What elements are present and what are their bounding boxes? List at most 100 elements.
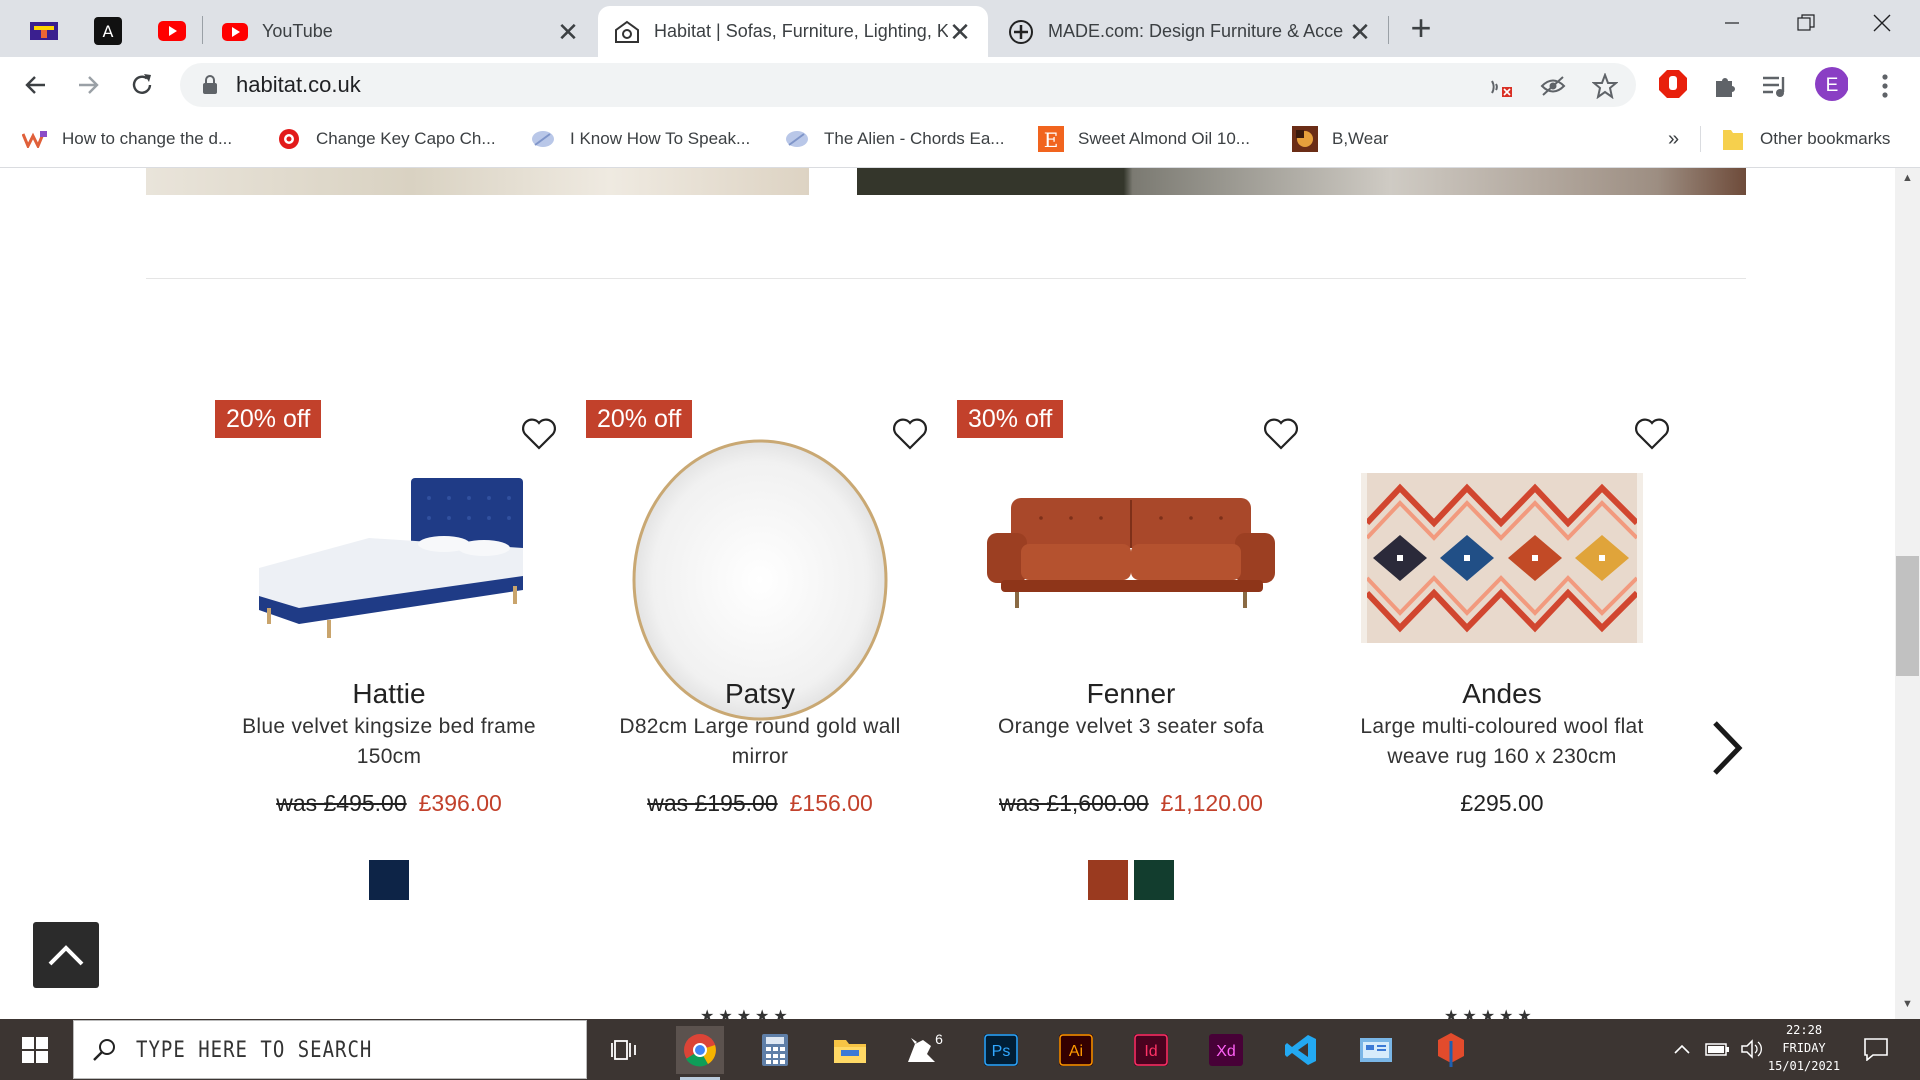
section-divider xyxy=(146,278,1746,279)
cast-blocked-icon[interactable] xyxy=(1486,71,1516,101)
other-bookmarks[interactable]: Other bookmarks xyxy=(1720,124,1890,154)
bookmark-favicon-icon xyxy=(22,126,48,152)
restore-button[interactable] xyxy=(1776,0,1836,46)
file-explorer-icon[interactable] xyxy=(826,1026,874,1074)
product-name[interactable]: Patsy xyxy=(574,678,946,710)
task-view-icon[interactable] xyxy=(600,1026,648,1074)
product-name[interactable]: Fenner xyxy=(945,678,1317,710)
product-description: Large multi-coloured wool flat weave rug… xyxy=(1360,715,1644,768)
scroll-up-arrow-icon[interactable]: ▲ xyxy=(1896,172,1919,190)
reload-icon xyxy=(132,74,152,94)
colour-swatch-orange[interactable] xyxy=(1088,860,1128,900)
notifications-icon[interactable] xyxy=(1856,1035,1896,1063)
tab-made[interactable]: MADE.com: Design Furniture & Acce ✕ xyxy=(992,6,1388,57)
habitat-favicon-icon xyxy=(615,20,639,43)
rhino-icon[interactable]: 6 xyxy=(901,1026,949,1074)
tab-close-button[interactable]: ✕ xyxy=(948,19,972,45)
indesign-icon[interactable]: Id xyxy=(1127,1026,1175,1074)
forward-button[interactable] xyxy=(68,65,108,105)
gear-favicon-icon xyxy=(276,126,302,152)
scroll-down-arrow-icon[interactable]: ▼ xyxy=(1896,998,1919,1016)
rug-image xyxy=(1361,473,1643,643)
back-button[interactable] xyxy=(16,65,56,105)
illustrator-icon[interactable]: Ai xyxy=(1052,1026,1100,1074)
product-price: was £495.00 £396.00 xyxy=(203,790,575,817)
profile-initial: E xyxy=(1826,75,1839,96)
photoshop-icon[interactable]: Ps xyxy=(977,1026,1025,1074)
vscode-icon[interactable] xyxy=(1277,1026,1325,1074)
start-button[interactable] xyxy=(0,1019,70,1080)
reload-button[interactable] xyxy=(122,65,162,105)
pinned-tab-2[interactable]: A xyxy=(80,8,136,54)
banner-image-left[interactable] xyxy=(146,168,809,195)
heart-icon[interactable] xyxy=(519,414,559,454)
tab-close-button[interactable]: ✕ xyxy=(556,19,580,45)
bwear-favicon-icon xyxy=(1292,126,1318,152)
sale-price: £1,120.00 xyxy=(1160,790,1263,816)
tab-close-button[interactable]: ✕ xyxy=(1348,19,1372,45)
carousel-next-button[interactable] xyxy=(1700,716,1752,780)
adobe-xd-icon[interactable]: Xd xyxy=(1202,1026,1250,1074)
folder-icon xyxy=(1720,126,1746,152)
extensions-puzzle-icon[interactable] xyxy=(1708,69,1742,103)
xd-label: Xd xyxy=(1216,1043,1236,1060)
chrome-icon[interactable] xyxy=(676,1026,724,1080)
bookmark-item[interactable]: How to change the d... xyxy=(22,124,232,154)
tab-habitat[interactable]: Habitat | Sofas, Furniture, Lighting, K … xyxy=(598,6,988,57)
bookmark-item[interactable]: I Know How To Speak... xyxy=(530,124,750,154)
close-window-button[interactable] xyxy=(1852,0,1912,46)
colour-swatches xyxy=(203,860,575,905)
tab-youtube[interactable]: YouTube ✕ xyxy=(206,6,596,57)
product-name[interactable]: Andes xyxy=(1316,678,1688,710)
clock-day: FRIDAY xyxy=(1782,1041,1826,1055)
taskbar-search-box[interactable]: TYPE HERE TO SEARCH xyxy=(73,1020,587,1079)
browser-toolbar: habitat.co.uk E xyxy=(0,57,1920,112)
address-bar[interactable]: habitat.co.uk xyxy=(180,63,1636,107)
heart-icon[interactable] xyxy=(1632,414,1672,454)
colour-swatches xyxy=(945,860,1317,905)
bookmark-item[interactable]: E Sweet Almond Oil 10... xyxy=(1038,124,1250,154)
product-card-patsy[interactable]: 20% off Patsy D82cm Large round gold wal… xyxy=(574,400,946,870)
product-description: Orange velvet 3 seater sofa xyxy=(997,715,1265,738)
control-panel-icon[interactable] xyxy=(1352,1026,1400,1074)
menu-kebab-icon[interactable] xyxy=(1868,69,1902,103)
system-clock[interactable]: 22:28 FRIDAY 15/01/2021 xyxy=(1760,1021,1848,1075)
product-card-hattie[interactable]: 20% off Hattie Blue velvet kingsize bed … xyxy=(203,400,575,900)
bookmarks-overflow-button[interactable]: » xyxy=(1668,124,1679,154)
product-image[interactable] xyxy=(233,452,545,664)
pinned-favicon-icon xyxy=(30,22,58,40)
adblock-extension-icon[interactable] xyxy=(1656,67,1690,101)
bookmark-item[interactable]: B,Wear xyxy=(1292,124,1388,154)
calculator-icon[interactable] xyxy=(751,1026,799,1074)
pinned-tab-1[interactable] xyxy=(16,8,72,54)
product-name[interactable]: Hattie xyxy=(203,678,575,710)
rating-stars-partial: ★★★★★ xyxy=(1444,1008,1536,1019)
media-queue-icon[interactable] xyxy=(1758,69,1792,103)
tray-chevron-up-icon[interactable] xyxy=(1668,1035,1696,1063)
banner-image-right[interactable] xyxy=(857,168,1746,195)
bookmark-item[interactable]: The Alien - Chords Ea... xyxy=(784,124,1004,154)
product-card-andes[interactable]: Andes Large multi-coloured wool flat wea… xyxy=(1316,400,1688,870)
battery-icon[interactable] xyxy=(1704,1035,1732,1063)
bookmark-star-icon[interactable] xyxy=(1590,71,1620,101)
colour-swatch-navy[interactable] xyxy=(369,860,409,900)
url-text[interactable]: habitat.co.uk xyxy=(236,72,361,98)
product-price: was £195.00 £156.00 xyxy=(574,790,946,817)
bookmarks-bar: How to change the d... Change Key Capo C… xyxy=(0,112,1920,168)
heart-icon[interactable] xyxy=(1261,414,1301,454)
back-to-top-button[interactable] xyxy=(33,922,99,988)
bookmark-item[interactable]: Change Key Capo Ch... xyxy=(276,124,496,154)
eye-off-icon[interactable] xyxy=(1538,71,1568,101)
product-image[interactable] xyxy=(1346,452,1658,664)
product-card-fenner[interactable]: 30% off Fenner Orange velvet 3 seater so… xyxy=(945,400,1317,900)
colour-swatch-green[interactable] xyxy=(1134,860,1174,900)
new-tab-button[interactable]: + xyxy=(1404,10,1438,46)
minimize-button[interactable] xyxy=(1702,0,1762,46)
profile-avatar[interactable]: E xyxy=(1814,67,1848,101)
clock-time: 22:28 xyxy=(1785,1023,1823,1037)
windows-logo-icon xyxy=(22,1036,48,1063)
pinned-tab-youtube[interactable] xyxy=(144,8,200,54)
product-image[interactable] xyxy=(975,452,1287,664)
sketchup-icon[interactable] xyxy=(1427,1026,1475,1074)
scrollbar-thumb[interactable] xyxy=(1896,556,1919,676)
